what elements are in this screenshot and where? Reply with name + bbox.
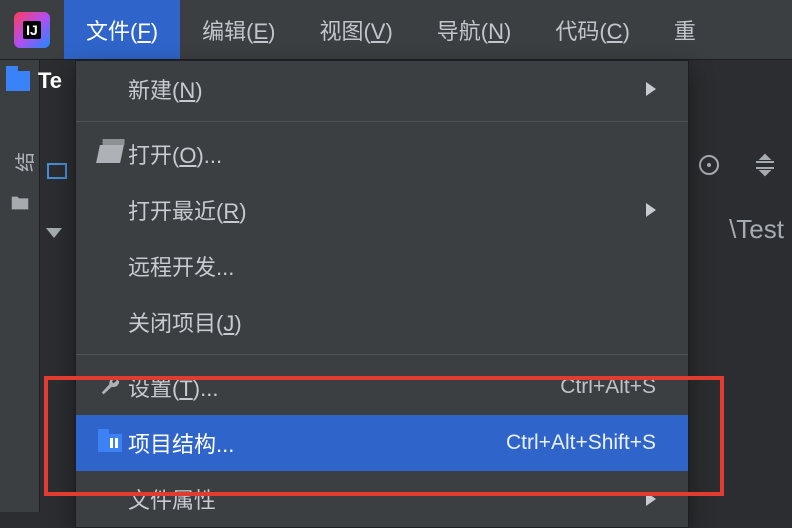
project-bar[interactable]: Te bbox=[6, 68, 62, 94]
menu-view[interactable]: 视图(V) bbox=[297, 0, 414, 59]
chevron-right-icon bbox=[646, 492, 656, 506]
menuitem-remote-dev[interactable]: 远程开发... bbox=[76, 238, 688, 294]
file-menu-dropdown: 新建(N) 打开(O)... 打开最近(R) 远程开发... 关闭项目(J) 设… bbox=[75, 60, 689, 528]
menu-separator bbox=[76, 121, 688, 122]
left-toolstrip: 结 bbox=[0, 60, 40, 512]
menuitem-label: 项目结构... bbox=[128, 427, 506, 459]
tree-expand[interactable] bbox=[46, 228, 68, 238]
menuitem-label: 设置(T)... bbox=[128, 371, 560, 403]
menu-label: 视图(V) bbox=[319, 14, 392, 46]
menuitem-label: 远程开发... bbox=[128, 250, 656, 282]
menu-separator bbox=[76, 354, 688, 355]
menuitem-file-properties[interactable]: 文件属性 bbox=[76, 471, 688, 527]
menu-label: 编辑(E) bbox=[202, 14, 275, 46]
project-name: Te bbox=[38, 68, 62, 94]
menu-label: 重 bbox=[674, 14, 696, 46]
menuitem-label: 新建(N) bbox=[128, 73, 646, 105]
menuitem-close-project[interactable]: 关闭项目(J) bbox=[76, 294, 688, 350]
menuitem-new[interactable]: 新建(N) bbox=[76, 61, 688, 117]
editor-breadcrumb[interactable]: \Test bbox=[729, 214, 784, 245]
menuitem-open[interactable]: 打开(O)... bbox=[76, 126, 688, 182]
target-icon[interactable] bbox=[696, 152, 722, 178]
module-icon bbox=[46, 160, 68, 182]
folder-tool-icon[interactable] bbox=[9, 192, 31, 214]
menu-code[interactable]: 代码(C) bbox=[533, 0, 652, 59]
project-structure-icon bbox=[92, 434, 128, 452]
editor-toolbar bbox=[696, 152, 778, 178]
menu-edit[interactable]: 编辑(E) bbox=[180, 0, 297, 59]
expand-all-icon[interactable] bbox=[752, 152, 778, 178]
menuitem-settings[interactable]: 设置(T)... Ctrl+Alt+S bbox=[76, 359, 688, 415]
menuitem-label: 关闭项目(J) bbox=[128, 306, 656, 338]
app-icon: IJ bbox=[0, 12, 64, 48]
caret-down-icon bbox=[46, 228, 62, 238]
main-menubar: IJ 文件(F) 编辑(E) 视图(V) 导航(N) 代码(C) 重 bbox=[0, 0, 792, 60]
chevron-right-icon bbox=[646, 82, 656, 96]
menuitem-label: 打开(O)... bbox=[128, 138, 656, 170]
menu-label: 文件(F) bbox=[86, 14, 158, 46]
menuitem-shortcut: Ctrl+Alt+S bbox=[560, 375, 656, 399]
menu-refactor-partial[interactable]: 重 bbox=[652, 0, 718, 59]
project-folder-icon bbox=[6, 71, 30, 91]
menu-label: 代码(C) bbox=[555, 14, 630, 46]
menuitem-label: 打开最近(R) bbox=[128, 194, 646, 226]
menu-label: 导航(N) bbox=[437, 14, 512, 46]
menu-navigate[interactable]: 导航(N) bbox=[415, 0, 534, 59]
wrench-icon bbox=[92, 376, 128, 398]
tree-row[interactable] bbox=[46, 160, 68, 182]
menuitem-shortcut: Ctrl+Alt+Shift+S bbox=[506, 431, 656, 455]
menu-file[interactable]: 文件(F) bbox=[64, 0, 180, 59]
open-folder-icon bbox=[92, 145, 128, 163]
chevron-right-icon bbox=[646, 203, 656, 217]
project-tree bbox=[46, 160, 68, 238]
menuitem-label: 文件属性 bbox=[128, 483, 646, 515]
toolstrip-label-icon[interactable]: 结 bbox=[9, 150, 31, 172]
menuitem-open-recent[interactable]: 打开最近(R) bbox=[76, 182, 688, 238]
menuitem-project-structure[interactable]: 项目结构... Ctrl+Alt+Shift+S bbox=[76, 415, 688, 471]
